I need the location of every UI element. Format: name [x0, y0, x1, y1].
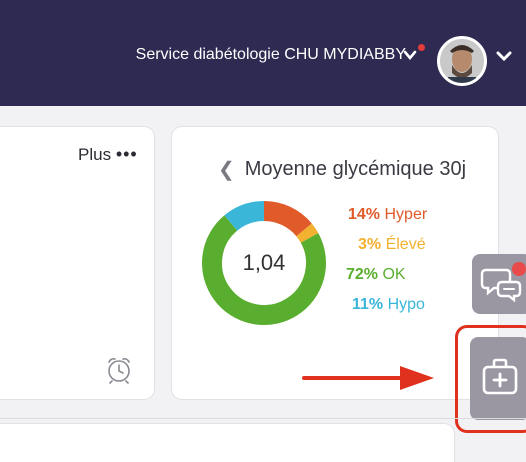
chat-notification-dot — [512, 262, 526, 276]
glycemia-title: Moyenne glycémique 30j — [244, 158, 467, 180]
user-avatar[interactable] — [437, 36, 487, 86]
donut-slice-eleve — [296, 223, 319, 243]
legend-item-hypo: 11% Hypo — [330, 296, 427, 326]
legend-percent: 11% — [352, 296, 384, 313]
legend-label: Hypo — [387, 296, 425, 313]
legend-label: Élevé — [385, 236, 426, 253]
legend-percent: 3% — [358, 236, 382, 253]
medical-kit-icon — [482, 358, 518, 395]
legend-percent: 72% — [346, 266, 379, 283]
donut-slice-hypo — [224, 201, 265, 231]
notification-dot — [418, 44, 425, 51]
more-dots-icon: ••• — [115, 144, 138, 164]
glycemia-title-row[interactable]: ❮ Moyenne glycémique 30j — [218, 157, 466, 182]
medical-kit-button[interactable] — [470, 337, 526, 420]
user-photo — [440, 39, 484, 83]
plus-menu[interactable]: Plus ••• — [78, 144, 138, 165]
legend-label: OK — [382, 266, 406, 283]
user-menu-chevron-icon[interactable] — [496, 51, 512, 61]
pointer-arrow-icon — [302, 366, 434, 390]
legend-item-ok: 72% OK — [330, 266, 427, 296]
legend-percent: 14% — [348, 206, 381, 223]
back-chevron-icon[interactable]: ❮ — [218, 157, 235, 182]
chevron-down-icon[interactable] — [403, 50, 417, 60]
section-divider — [0, 418, 526, 419]
legend-item-eleve: 3% Élevé — [330, 236, 427, 266]
glycemia-legend: 14% Hyper 3% Élevé 72% OK 11% Hypo — [330, 206, 427, 326]
donut-slice-hyper — [263, 201, 312, 237]
legend-label: Hyper — [384, 206, 428, 223]
legend-item-hyper: 14% Hyper — [330, 206, 427, 236]
bottom-card — [0, 424, 454, 462]
average-value: 1,04 — [242, 250, 286, 275]
alarm-clock-icon[interactable] — [104, 355, 134, 385]
plus-label: Plus — [78, 145, 112, 164]
service-name[interactable]: Service diabétologie CHU MYDIABBY — [136, 46, 406, 64]
